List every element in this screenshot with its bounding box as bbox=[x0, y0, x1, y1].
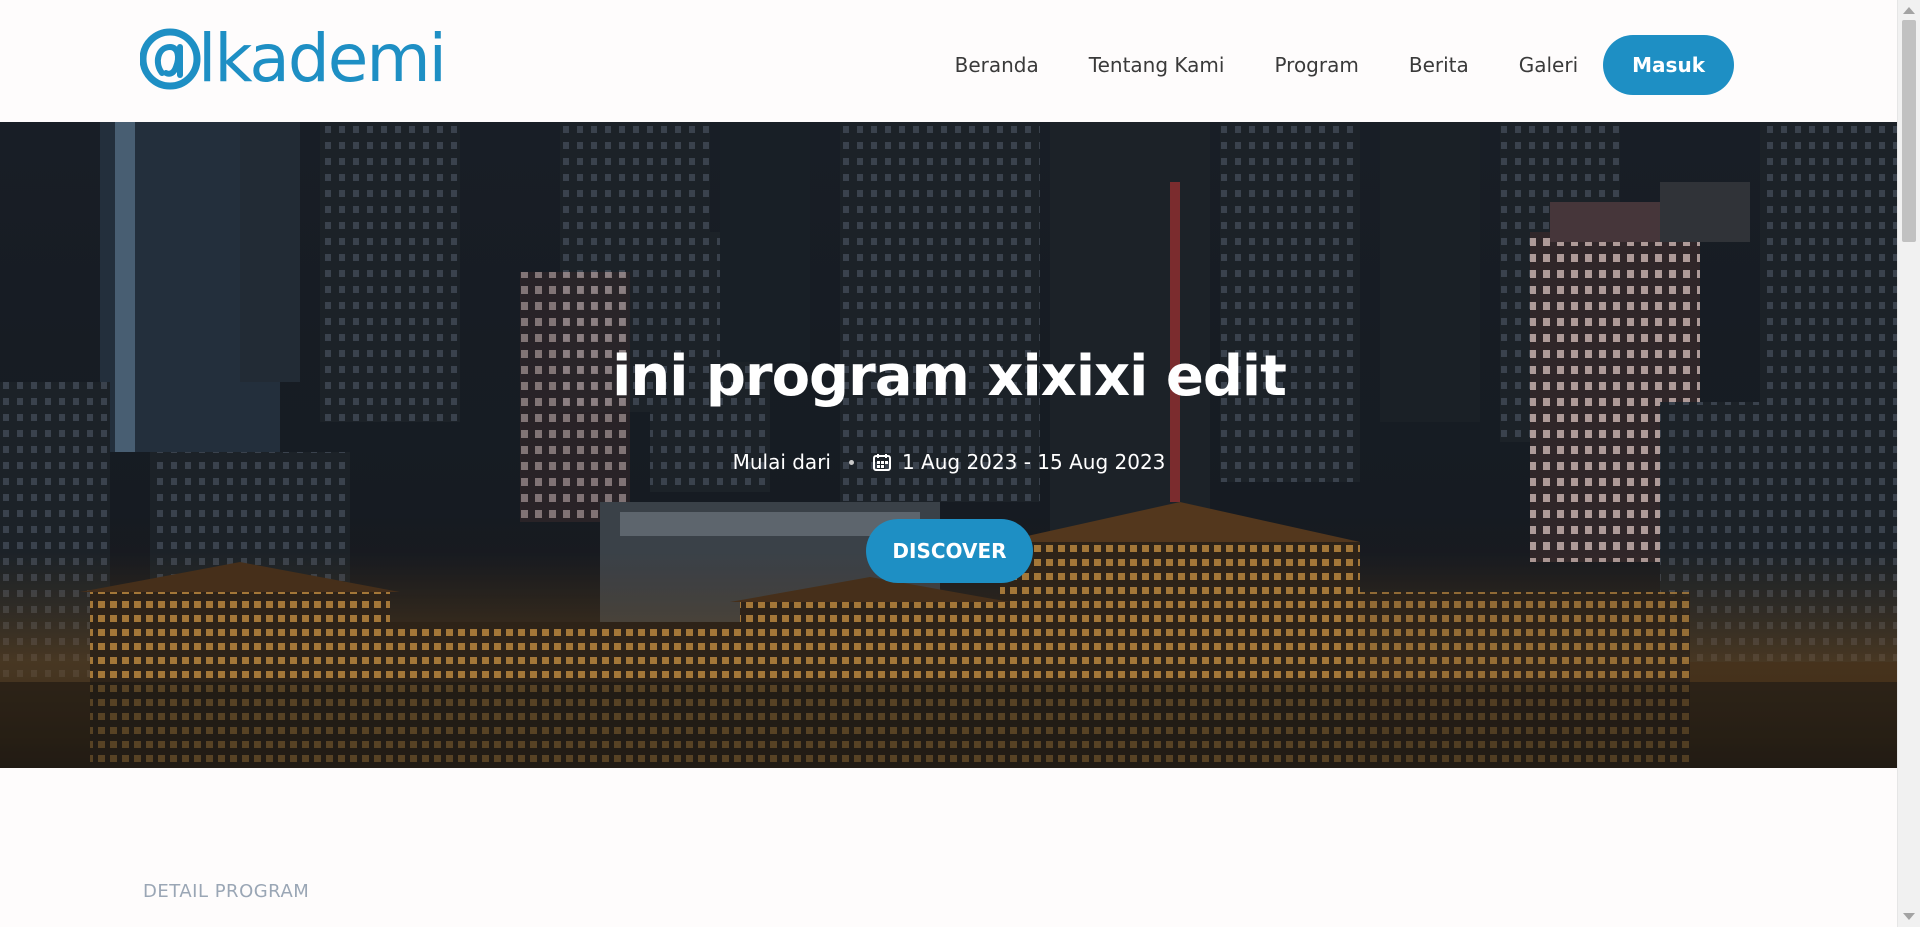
academy-logo-icon bbox=[140, 28, 201, 90]
page: lkademi Beranda Tentang Kami Program Ber… bbox=[0, 0, 1898, 927]
scroll-up-icon[interactable] bbox=[1903, 7, 1915, 14]
nav-berita[interactable]: Berita bbox=[1409, 53, 1469, 77]
scroll-down-icon[interactable] bbox=[1903, 913, 1915, 920]
nav-program[interactable]: Program bbox=[1274, 53, 1358, 77]
vertical-scrollbar[interactable] bbox=[1897, 0, 1920, 927]
site-header: lkademi Beranda Tentang Kami Program Ber… bbox=[0, 0, 1898, 122]
start-label: Mulai dari bbox=[732, 450, 831, 474]
hero-title: ini program xixixi edit bbox=[612, 344, 1287, 409]
date-range: 1 Aug 2023 - 15 Aug 2023 bbox=[901, 450, 1166, 474]
nav-galeri[interactable]: Galeri bbox=[1519, 53, 1578, 77]
login-button[interactable]: Masuk bbox=[1603, 35, 1734, 95]
calendar-icon bbox=[872, 454, 891, 471]
logo-wordmark: lkademi bbox=[198, 20, 447, 97]
hero-content: ini program xixixi edit Mulai dari 1 Aug… bbox=[0, 122, 1898, 768]
nav-tentang-kami[interactable]: Tentang Kami bbox=[1089, 53, 1225, 77]
section-label: DETAIL PROGRAM bbox=[143, 881, 310, 902]
site-logo[interactable]: lkademi bbox=[140, 20, 447, 97]
hero-meta: Mulai dari 1 Aug 2023 - 15 Aug 2023 bbox=[0, 450, 1898, 474]
hero-banner: ini program xixixi edit Mulai dari 1 Aug… bbox=[0, 122, 1898, 768]
separator-dot bbox=[848, 459, 854, 465]
scrollbar-thumb[interactable] bbox=[1902, 20, 1916, 242]
nav-beranda[interactable]: Beranda bbox=[955, 53, 1039, 77]
main-nav: Beranda Tentang Kami Program Berita Gale… bbox=[955, 35, 1734, 95]
discover-button[interactable]: DISCOVER bbox=[866, 519, 1033, 583]
